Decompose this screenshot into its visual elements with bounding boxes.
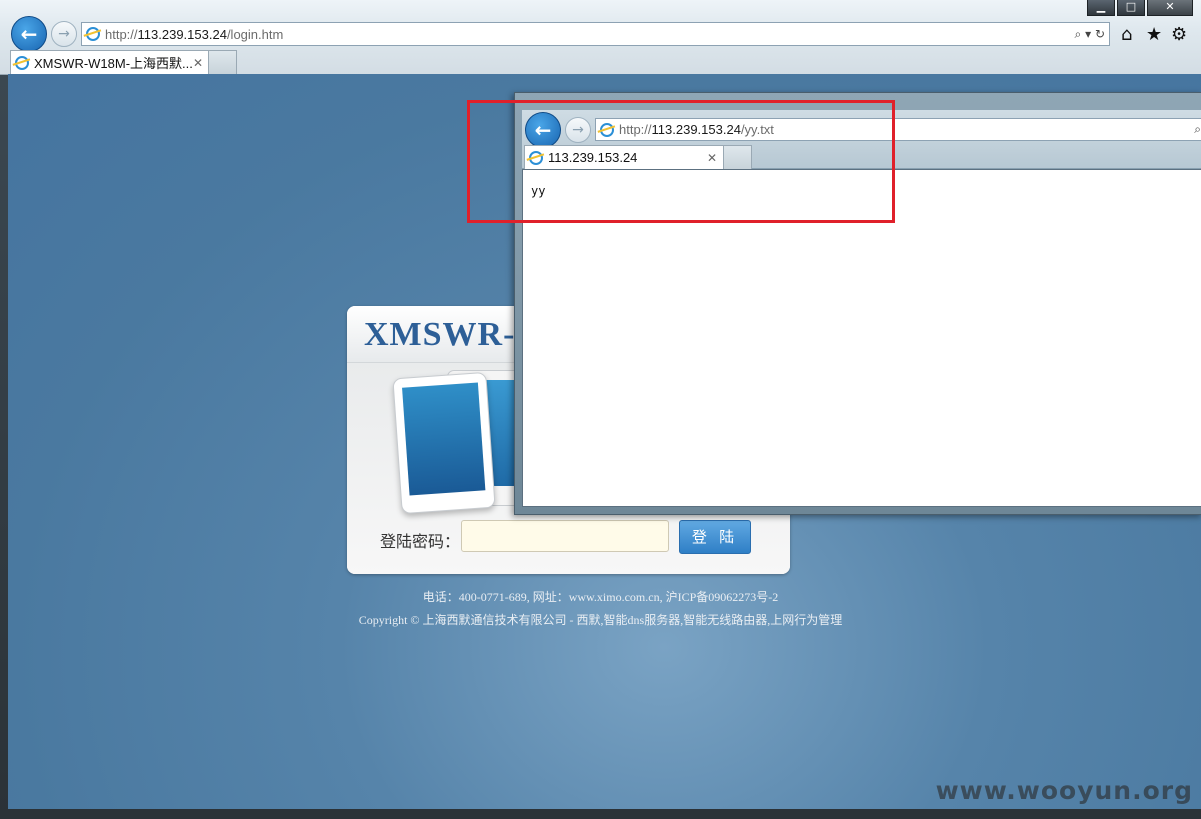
back-arrow-icon: ← <box>20 22 38 46</box>
password-label: 登陆密码： <box>380 534 461 551</box>
url-prefix: http:// <box>105 26 138 42</box>
ie-tab-icon <box>15 55 29 70</box>
maximize-button[interactable]: □ <box>1117 0 1145 16</box>
refresh-icon[interactable]: ↻ <box>1095 27 1105 41</box>
url-path: /login.htm <box>226 26 284 42</box>
search-icon[interactable]: ⌕ <box>1194 122 1201 137</box>
window-controls: ▁ □ ✕ <box>1087 0 1193 16</box>
dropdown-arrow-icon[interactable]: ▾ <box>1085 27 1091 41</box>
home-icon[interactable]: ⌂ <box>1121 24 1132 45</box>
back-button[interactable]: ← <box>11 16 47 52</box>
forward-arrow-icon: → <box>58 26 70 42</box>
login-button[interactable]: 登 陆 <box>679 520 751 554</box>
watermark: www.wooyun.org <box>935 776 1193 805</box>
tab-title: XMSWR-W18M-上海西默... <box>34 56 193 71</box>
address-url[interactable]: http://113.239.153.24/login.htm <box>105 27 283 42</box>
search-icon[interactable]: ⌕ <box>1075 27 1082 41</box>
close-button[interactable]: ✕ <box>1147 0 1193 16</box>
tab-close-icon[interactable]: ✕ <box>193 56 203 70</box>
favorites-star-icon[interactable]: ★ <box>1146 24 1162 45</box>
browser-chrome: ▁ □ ✕ ← → http://113.239.153.24/login.ht… <box>0 0 1201 75</box>
highlight-box <box>467 100 895 223</box>
device-image-front <box>392 371 496 515</box>
address-bar[interactable]: http://113.239.153.24/login.htm ⌕ ▾ ↻ <box>81 22 1110 46</box>
password-input[interactable] <box>461 520 669 552</box>
ie-page-icon <box>86 27 100 41</box>
settings-gear-icon[interactable]: ⚙ <box>1171 24 1187 45</box>
minimize-button[interactable]: ▁ <box>1087 0 1115 16</box>
brand-title: XMSWR- <box>364 316 516 353</box>
footer-copyright: Copyright © 上海西默通信技术有限公司 - 西默,智能dns服务器,智… <box>358 613 843 627</box>
footer-contact: 电话：400-0771-689, 网址：www.ximo.com.cn, 沪IC… <box>422 590 779 604</box>
url-host: 113.239.153.24 <box>137 26 227 42</box>
tab-login[interactable]: XMSWR-W18M-上海西默... ✕ <box>10 50 210 74</box>
forward-button[interactable]: → <box>51 21 77 47</box>
new-tab-button[interactable] <box>208 50 237 74</box>
